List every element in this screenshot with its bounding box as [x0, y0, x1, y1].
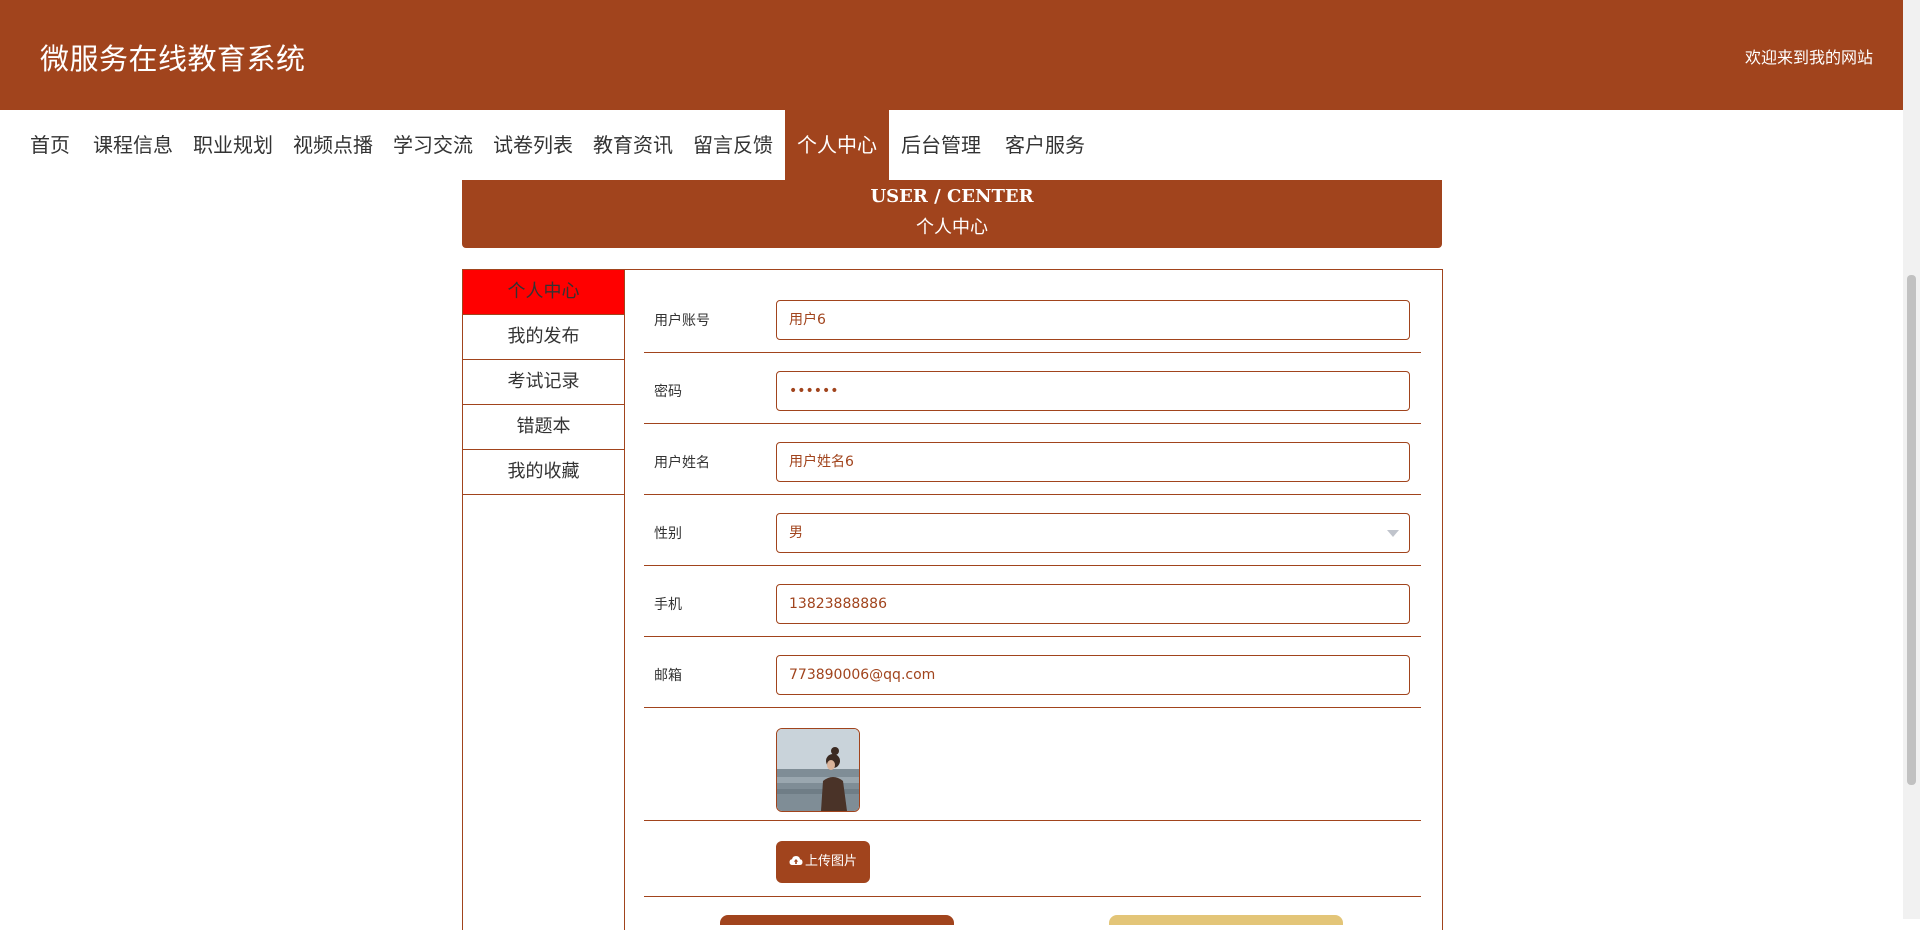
- nav-item-user-center[interactable]: 个人中心: [785, 110, 889, 180]
- password-input[interactable]: ••••••: [776, 371, 1410, 411]
- form-row-phone: 手机 13823888886: [644, 566, 1421, 637]
- form-row-name: 用户姓名 用户姓名6: [644, 424, 1421, 495]
- nav-item-courses[interactable]: 课程信息: [93, 110, 173, 180]
- page-banner: USER / CENTER 个人中心: [462, 180, 1442, 248]
- upload-button-label: 上传图片: [804, 854, 857, 869]
- banner-title-cn: 个人中心: [916, 217, 988, 238]
- phone-input[interactable]: 13823888886: [776, 584, 1410, 624]
- panel-divider: [624, 270, 625, 930]
- nav-item-exams[interactable]: 试卷列表: [493, 110, 573, 180]
- gender-select-value: 男: [789, 525, 803, 541]
- nav-item-service[interactable]: 客户服务: [1005, 110, 1085, 180]
- nav-item-career[interactable]: 职业规划: [193, 110, 273, 180]
- sidebar-item-my-posts[interactable]: 我的发布: [463, 315, 624, 360]
- gender-select[interactable]: 男: [776, 513, 1410, 553]
- avatar-image: [777, 729, 859, 811]
- nav-item-admin[interactable]: 后台管理: [901, 110, 981, 180]
- update-button[interactable]: [720, 915, 954, 925]
- name-label: 用户姓名: [654, 455, 710, 471]
- nav-item-feedback[interactable]: 留言反馈: [693, 110, 773, 180]
- form-row-upload: 上传图片: [644, 821, 1421, 897]
- site-logo[interactable]: 微服务在线教育系统: [40, 36, 306, 78]
- name-input[interactable]: 用户姓名6: [776, 442, 1410, 482]
- main-nav: 首页 课程信息 职业规划 视频点播 学习交流 试卷列表 教育资讯 留言反馈 个人…: [0, 110, 1900, 180]
- nav-item-video[interactable]: 视频点播: [293, 110, 373, 180]
- nav-item-news[interactable]: 教育资讯: [593, 110, 673, 180]
- email-input[interactable]: 773890006@qq.com: [776, 655, 1410, 695]
- sidebar-item-wrong-questions[interactable]: 错题本: [463, 405, 624, 450]
- cloud-upload-icon: [789, 856, 803, 865]
- email-label: 邮箱: [654, 668, 682, 684]
- nav-item-forum[interactable]: 学习交流: [393, 110, 473, 180]
- page-scrollbar[interactable]: [1903, 0, 1920, 919]
- chevron-down-icon: [1387, 530, 1399, 537]
- password-label: 密码: [654, 384, 682, 400]
- avatar: [776, 728, 860, 812]
- form-row-account: 用户账号 用户6: [644, 270, 1421, 353]
- form-row-gender: 性别 男: [644, 495, 1421, 566]
- nav-item-home[interactable]: 首页: [30, 110, 70, 180]
- form-row-avatar: [644, 708, 1421, 821]
- form-row-password: 密码 ••••••: [644, 353, 1421, 424]
- account-input[interactable]: 用户6: [776, 300, 1410, 340]
- scrollbar-thumb[interactable]: [1907, 275, 1916, 785]
- upload-image-button[interactable]: 上传图片: [776, 841, 870, 883]
- form-row-email: 邮箱 773890006@qq.com: [644, 637, 1421, 708]
- banner-title-en: USER / CENTER: [870, 186, 1034, 207]
- user-center-panel: 个人中心 我的发布 考试记录 错题本 我的收藏 用户账号 用户6 密码 ••••…: [462, 269, 1443, 930]
- account-label: 用户账号: [654, 313, 710, 329]
- welcome-text: 欢迎来到我的网站: [1744, 48, 1873, 67]
- site-header: 微服务在线教育系统 欢迎来到我的网站: [0, 0, 1920, 110]
- sidebar-menu: 个人中心 我的发布 考试记录 错题本 我的收藏: [463, 270, 624, 495]
- sidebar-item-exam-records[interactable]: 考试记录: [463, 360, 624, 405]
- sidebar-item-favorites[interactable]: 我的收藏: [463, 450, 624, 495]
- gender-label: 性别: [654, 526, 682, 542]
- logout-button[interactable]: [1109, 915, 1343, 925]
- sidebar-item-user-center[interactable]: 个人中心: [463, 270, 624, 315]
- phone-label: 手机: [654, 597, 682, 613]
